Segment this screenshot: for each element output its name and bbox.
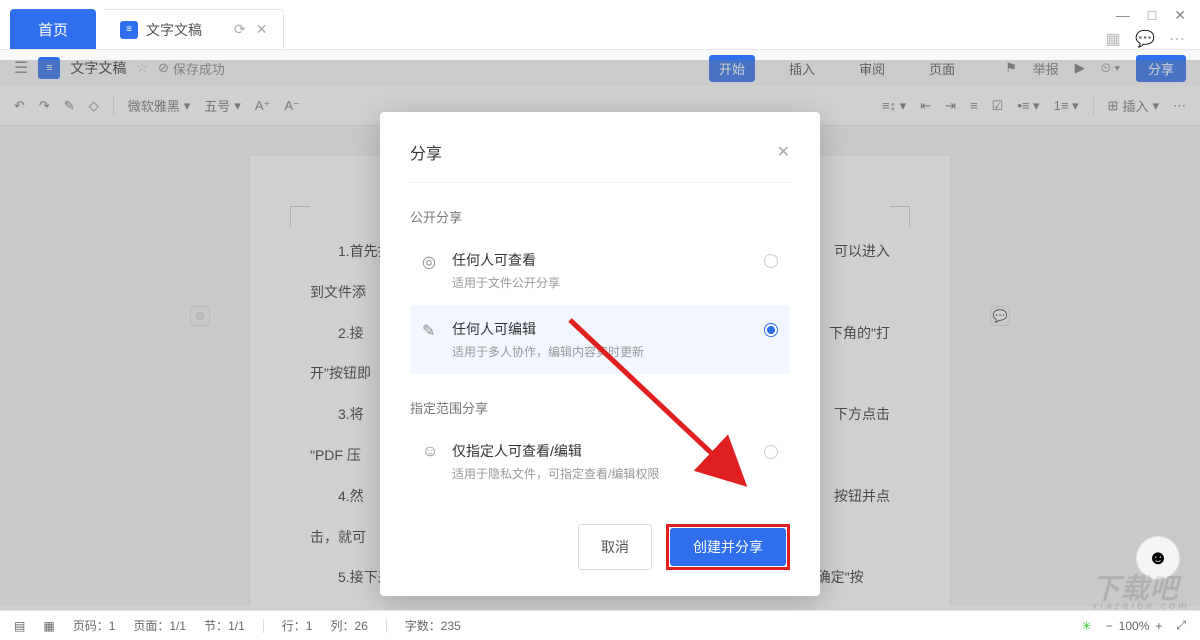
tab-close-icon[interactable]: ✕ (256, 21, 268, 38)
option-desc: 适用于多人协作，编辑内容实时更新 (452, 343, 752, 360)
option-title: 仅指定人可查看/编辑 (452, 441, 752, 461)
pencil-icon: ✎ (422, 321, 440, 341)
option-title: 任何人可编辑 (452, 319, 752, 339)
dialog-title: 分享 (410, 140, 442, 164)
grid-icon[interactable]: ▦ (1104, 30, 1122, 48)
option-desc: 适用于隐私文件，可指定查看/编辑权限 (452, 465, 752, 482)
person-icon: ☺ (422, 443, 440, 461)
create-share-button[interactable]: 创建并分享 (670, 528, 786, 566)
status-row: 行：1 (282, 617, 313, 634)
menu-icon[interactable]: ⋯ (1168, 30, 1186, 48)
status-col: 列：26 (330, 617, 367, 634)
status-bar: ▤ ▦ 页码：1 页面：1/1 节：1/1 行：1 列：26 字数：235 ✳ … (0, 610, 1200, 640)
fit-icon[interactable]: ⤢ (1176, 618, 1186, 633)
option-specified[interactable]: ☺ 仅指定人可查看/编辑 适用于隐私文件，可指定查看/编辑权限 (410, 427, 790, 496)
status-pagecode: 页码：1 (73, 617, 116, 634)
option-desc: 适用于文件公开分享 (452, 274, 752, 291)
option-anyone-view[interactable]: ◎ 任何人可查看 适用于文件公开分享 (410, 236, 790, 305)
tab-document-label: 文字文稿 (146, 20, 202, 40)
status-section: 节：1/1 (204, 617, 245, 634)
option-title: 任何人可查看 (452, 250, 752, 270)
radio-icon (764, 254, 778, 268)
dialog-close-icon[interactable]: ✕ (777, 142, 790, 162)
zoom-in[interactable]: + (1155, 619, 1162, 633)
highlight-annotation: 创建并分享 (666, 524, 790, 570)
section-public: 公开分享 (410, 207, 790, 226)
tab-refresh-icon[interactable]: ⟳ (234, 21, 246, 38)
zoom-out[interactable]: − (1106, 619, 1113, 633)
tab-home[interactable]: 首页 (10, 9, 96, 49)
zoom-value: 100% (1119, 619, 1150, 633)
window-maximize[interactable]: □ (1148, 7, 1156, 23)
chat-icon[interactable]: 💬 (1136, 30, 1154, 48)
window-close[interactable]: ✕ (1174, 7, 1186, 24)
wechat-icon[interactable]: ✳ (1082, 619, 1092, 633)
eye-icon: ◎ (422, 252, 440, 272)
view-outline-icon[interactable]: ▦ (43, 619, 54, 633)
radio-icon (764, 323, 778, 337)
tab-bar: 首页 ≡ 文字文稿 ⟳ ✕ (0, 0, 1200, 50)
doc-icon: ≡ (120, 21, 138, 39)
status-words: 字数：235 (405, 617, 461, 634)
tab-document[interactable]: ≡ 文字文稿 ⟳ ✕ (104, 9, 284, 49)
cancel-button[interactable]: 取消 (578, 524, 652, 570)
option-anyone-edit[interactable]: ✎ 任何人可编辑 适用于多人协作，编辑内容实时更新 (410, 305, 790, 374)
radio-icon (764, 445, 778, 459)
section-specified: 指定范围分享 (410, 398, 790, 417)
view-page-icon[interactable]: ▤ (14, 619, 25, 633)
share-dialog: 分享 ✕ 公开分享 ◎ 任何人可查看 适用于文件公开分享 ✎ 任何人可编辑 适用… (380, 112, 820, 596)
window-minimize[interactable]: — (1116, 7, 1130, 23)
status-page: 页面：1/1 (133, 617, 186, 634)
watermark: 下载吧 xiazaiba.com (1092, 567, 1190, 612)
